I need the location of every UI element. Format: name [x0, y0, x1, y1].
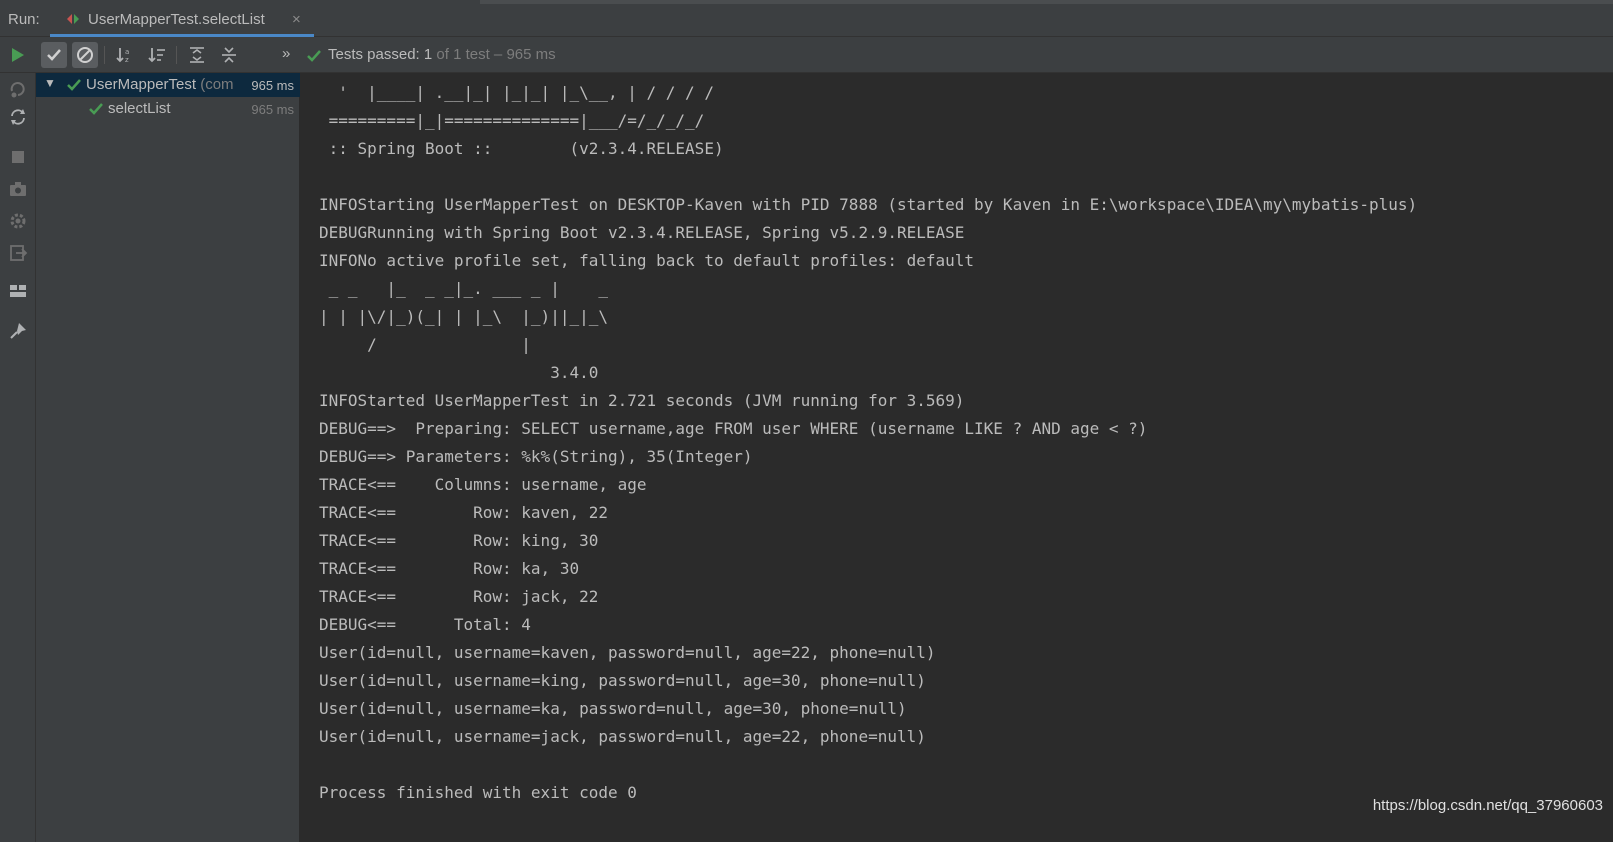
console-line: INFOStarted UserMapperTest in 2.721 seco… — [319, 391, 965, 410]
tree-item-label: UserMapperTest (com — [86, 76, 238, 93]
status-summary: of 1 test – 965 ms — [432, 46, 556, 63]
left-tool-strip — [0, 73, 36, 842]
sort-alpha-icon: a z — [116, 48, 129, 64]
test-runner-toolbar: a z » Tests passed: 1 of 1 test – 965 ms — [0, 37, 1613, 73]
console-line: DEBUGRunning with Spring Boot v2.3.4.REL… — [319, 223, 965, 242]
camera-icon[interactable] — [8, 179, 28, 199]
tabbar-top-line — [480, 0, 1613, 4]
pin-icon[interactable] — [8, 321, 28, 341]
svg-text:a: a — [125, 48, 129, 56]
console-line: _ _ |_ _ _|_. ___ _ | _ — [319, 279, 608, 298]
settings-gear-icon[interactable] — [8, 211, 28, 231]
console-line: DEBUG==> Parameters: %k%(String), 35(Int… — [319, 447, 753, 466]
test-status-text: Tests passed: 1 of 1 test – 965 ms — [328, 46, 556, 63]
console-line: / | — [319, 335, 531, 354]
console-line: TRACE<== Row: kaven, 22 — [319, 503, 608, 522]
svg-text:z: z — [125, 56, 129, 64]
chevron-down-icon[interactable]: ▼ — [44, 76, 56, 90]
rerun-failed-icon[interactable] — [8, 79, 28, 99]
run-label: Run: — [8, 11, 40, 28]
console-line: | | |\/|_)(_| | |_\ |_)||_|_\ — [319, 307, 608, 326]
toolbar-separator — [176, 46, 177, 64]
rerun-button[interactable] — [4, 42, 30, 68]
check-icon — [89, 103, 103, 115]
console-line: User(id=null, username=king, password=nu… — [319, 671, 926, 690]
console-output[interactable]: ' |____| .__|_| |_|_| |_\__, | / / / / =… — [300, 73, 1613, 842]
console-line: TRACE<== Row: jack, 22 — [319, 587, 599, 606]
console-line: User(id=null, username=jack, password=nu… — [319, 727, 926, 746]
tree-item-usermappertest[interactable]: ▼ UserMapperTest (com 965 ms — [36, 73, 300, 97]
collapse-all-icon — [222, 47, 236, 63]
check-icon — [307, 50, 321, 62]
console-line: DEBUG==> Preparing: SELECT username,age … — [319, 419, 1148, 438]
console-line: Process finished with exit code 0 — [319, 783, 637, 802]
console-text: ' |____| .__|_| |_|_| |_\__, | / / / / =… — [319, 79, 1417, 807]
console-line: User(id=null, username=ka, password=null… — [319, 699, 907, 718]
more-actions-chevron-icon[interactable]: » — [282, 45, 290, 62]
stop-icon[interactable] — [8, 147, 28, 167]
layout-icon[interactable] — [8, 281, 28, 301]
sort-duration-icon — [148, 48, 165, 63]
console-line: TRACE<== Columns: username, age — [319, 475, 647, 494]
play-icon — [12, 48, 24, 62]
console-line: TRACE<== Row: ka, 30 — [319, 559, 580, 578]
export-icon[interactable] — [8, 243, 28, 263]
sort-by-duration-button[interactable] — [144, 42, 170, 68]
run-tab[interactable]: UserMapperTest.selectList × — [50, 3, 314, 37]
tree-item-selectlist[interactable]: selectList 965 ms — [36, 97, 300, 121]
console-line: :: Spring Boot :: (v2.3.4.RELEASE) — [319, 139, 724, 158]
console-line: INFONo active profile set, falling back … — [319, 251, 975, 270]
close-icon[interactable]: × — [292, 11, 301, 28]
ignored-icon — [77, 47, 93, 63]
expand-all-button[interactable] — [184, 42, 210, 68]
tree-item-duration: 965 ms — [248, 78, 294, 93]
check-icon — [67, 79, 81, 91]
toggle-auto-test-icon[interactable] — [8, 107, 28, 127]
watermark-url: https://blog.csdn.net/qq_37960603 — [1372, 797, 1603, 814]
status-passed-label: Tests passed: — [328, 46, 424, 63]
tree-item-suffix: (com — [196, 76, 234, 93]
console-line: ' |____| .__|_| |_|_| |_\__, | / / / / — [319, 83, 714, 102]
run-tab-title: UserMapperTest.selectList — [88, 11, 265, 28]
console-line: INFOStarting UserMapperTest on DESKTOP-K… — [319, 195, 1418, 214]
tree-item-name: selectList — [108, 100, 171, 117]
tree-item-name: UserMapperTest — [86, 76, 197, 93]
console-line: 3.4.0 — [319, 363, 599, 382]
test-config-icon — [67, 14, 79, 24]
expand-all-icon — [190, 47, 204, 63]
status-passed-count: 1 — [423, 46, 433, 63]
console-line: TRACE<== Row: king, 30 — [319, 531, 599, 550]
run-tab-bar: Run: UserMapperTest.selectList × — [0, 0, 1613, 37]
tree-item-duration: 965 ms — [251, 102, 294, 117]
toolbar-separator — [104, 46, 105, 64]
console-line: User(id=null, username=kaven, password=n… — [319, 643, 936, 662]
show-ignored-toggle[interactable] — [72, 42, 98, 68]
show-passed-toggle[interactable] — [41, 42, 67, 68]
console-line: DEBUG<== Total: 4 — [319, 615, 531, 634]
console-line: =========|_|==============|___/=/_/_/_/ — [319, 111, 705, 130]
check-icon — [47, 49, 61, 61]
sort-alphabetically-button[interactable]: a z — [112, 42, 138, 68]
collapse-all-button[interactable] — [216, 42, 242, 68]
test-results-tree: ▼ UserMapperTest (com 965 ms selectList … — [36, 73, 300, 842]
